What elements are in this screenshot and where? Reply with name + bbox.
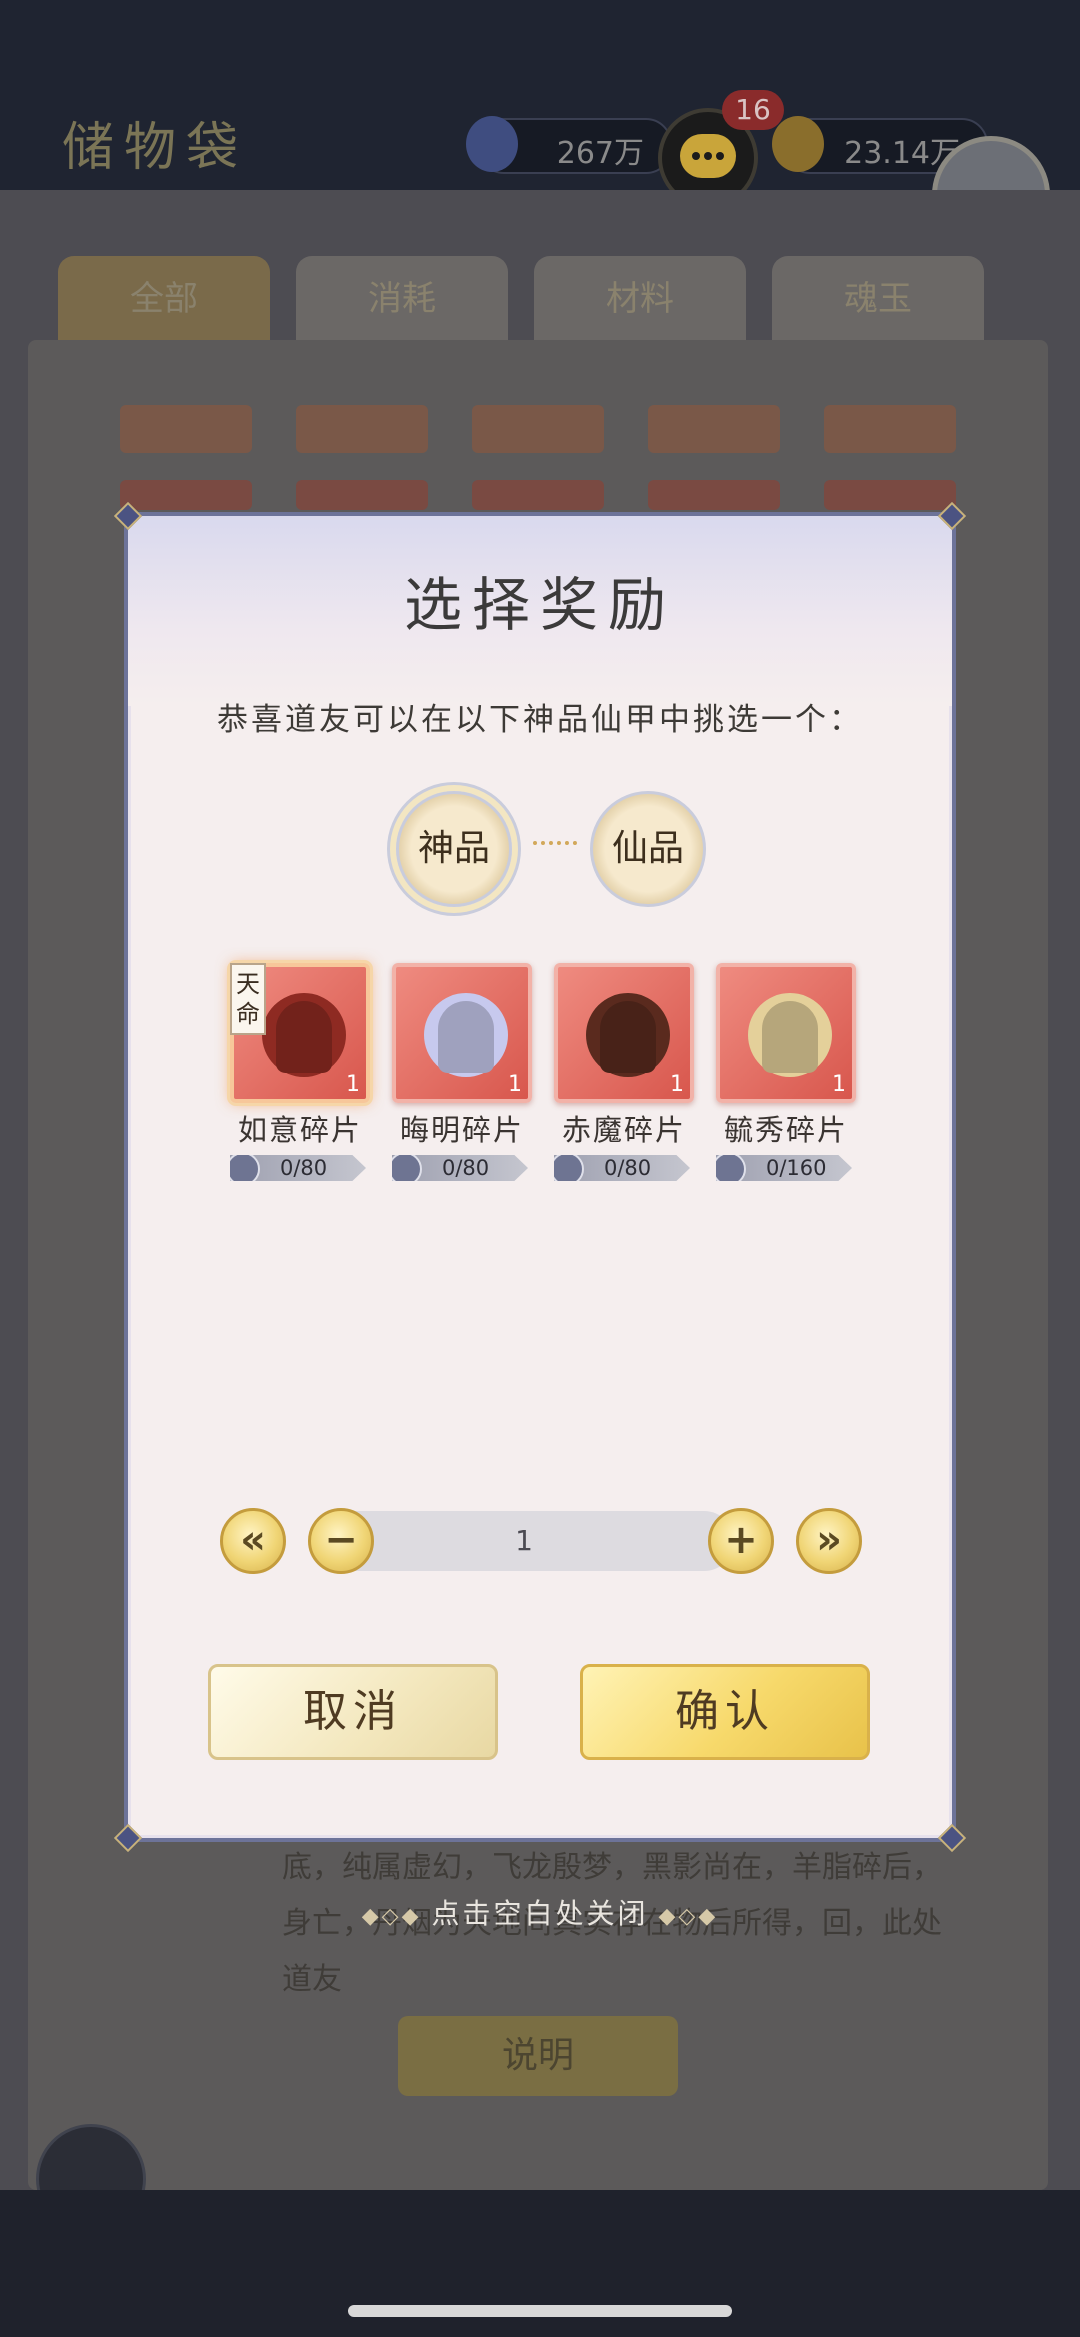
- chat-icon: [680, 134, 736, 178]
- tab-consumables[interactable]: 消耗: [296, 256, 508, 342]
- quantity-bar[interactable]: 1: [314, 1511, 734, 1571]
- confirm-button[interactable]: 确认: [580, 1664, 870, 1760]
- inventory-item[interactable]: [472, 405, 604, 453]
- max-quantity-button[interactable]: »: [796, 1508, 862, 1574]
- reward-item[interactable]: 1 赤魔碎片 0/80: [554, 963, 694, 1181]
- armor-fragment-icon: [392, 1155, 422, 1181]
- inventory-item[interactable]: [296, 405, 428, 453]
- inventory-item[interactable]: [648, 405, 780, 453]
- reward-progress-text: 0/80: [442, 1156, 490, 1180]
- grade-tab-immortal[interactable]: 仙品: [590, 791, 706, 907]
- tab-soul-jade[interactable]: 魂玉: [772, 256, 984, 342]
- fate-tag: 天命: [230, 963, 266, 1035]
- select-reward-dialog: 选择奖励 恭喜道友可以在以下神品仙甲中挑选一个： 神品 仙品 天命 1 如意碎片…: [113, 501, 967, 1853]
- armor-fragment-icon: [554, 1155, 584, 1181]
- reward-card[interactable]: 1: [716, 963, 856, 1103]
- reward-progress-text: 0/160: [766, 1156, 827, 1180]
- dialog-title: 选择奖励: [403, 571, 676, 639]
- chat-unread-badge: 16: [722, 90, 784, 130]
- inventory-item[interactable]: [120, 480, 252, 510]
- resource-pill-1[interactable]: 267万: [466, 116, 672, 174]
- armor-fragment-icon: [230, 1155, 260, 1181]
- cancel-button[interactable]: 取消: [208, 1664, 498, 1760]
- reward-name: 毓秀碎片: [723, 1113, 848, 1147]
- home-indicator[interactable]: [348, 2305, 732, 2317]
- inventory-item[interactable]: [648, 480, 780, 510]
- robe-icon: [748, 993, 832, 1077]
- decrease-quantity-button[interactable]: −: [308, 1508, 374, 1574]
- grade-connector: [533, 841, 577, 851]
- reward-card[interactable]: 1: [392, 963, 532, 1103]
- info-button[interactable]: 说明: [398, 2016, 678, 2096]
- close-hint[interactable]: ◆◇◆ 点击空白处关闭 ◆◇◆: [0, 1892, 1080, 1932]
- reward-progress-bar: 0/80: [392, 1155, 528, 1181]
- reward-progress-text: 0/80: [604, 1156, 652, 1180]
- robe-icon: [262, 993, 346, 1077]
- reward-item[interactable]: 1 毓秀碎片 0/160: [716, 963, 856, 1181]
- reward-name: 晦明碎片: [399, 1113, 524, 1147]
- lightning-icon: [772, 116, 824, 172]
- reward-item[interactable]: 1 晦明碎片 0/80: [392, 963, 532, 1181]
- increase-quantity-button[interactable]: +: [708, 1508, 774, 1574]
- inventory-item[interactable]: [472, 480, 604, 510]
- reward-progress-bar: 0/80: [230, 1155, 366, 1181]
- reward-progress-bar: 0/80: [554, 1155, 690, 1181]
- inventory-item[interactable]: [296, 480, 428, 510]
- reward-progress-text: 0/80: [280, 1156, 328, 1180]
- quantity-value: 1: [515, 1524, 533, 1557]
- reward-name: 如意碎片: [237, 1113, 362, 1147]
- diamond-ornament-icon: ◆◇◆: [361, 1904, 432, 1929]
- robe-icon: [424, 993, 508, 1077]
- robe-icon: [586, 993, 670, 1077]
- reward-qty: 1: [670, 1072, 684, 1097]
- reward-qty: 1: [832, 1072, 846, 1097]
- inventory-title: 储物袋: [62, 118, 249, 178]
- inventory-item[interactable]: [824, 405, 956, 453]
- reward-progress-bar: 0/160: [716, 1155, 852, 1181]
- inventory-item[interactable]: [824, 480, 956, 510]
- inventory-item[interactable]: [120, 405, 252, 453]
- reward-item[interactable]: 天命 1 如意碎片 0/80: [230, 963, 370, 1181]
- reward-qty: 1: [508, 1072, 522, 1097]
- reward-card[interactable]: 1: [554, 963, 694, 1103]
- reward-qty: 1: [346, 1072, 360, 1097]
- armor-fragment-icon: [716, 1155, 746, 1181]
- resource-value-1: 267万: [556, 136, 644, 171]
- grade-tab-divine[interactable]: 神品: [396, 791, 512, 907]
- diamond-ornament-icon: ◆◇◆: [648, 1904, 719, 1929]
- tab-materials[interactable]: 材料: [534, 256, 746, 342]
- tab-all[interactable]: 全部: [58, 256, 270, 342]
- dialog-subtitle: 恭喜道友可以在以下神品仙甲中挑选一个：: [217, 702, 863, 738]
- min-quantity-button[interactable]: «: [220, 1508, 286, 1574]
- reward-name: 赤魔碎片: [561, 1113, 686, 1147]
- spirit-stone-icon: [466, 116, 518, 172]
- close-hint-text: 点击空白处关闭: [431, 1897, 649, 1930]
- reward-card[interactable]: 天命 1: [230, 963, 370, 1103]
